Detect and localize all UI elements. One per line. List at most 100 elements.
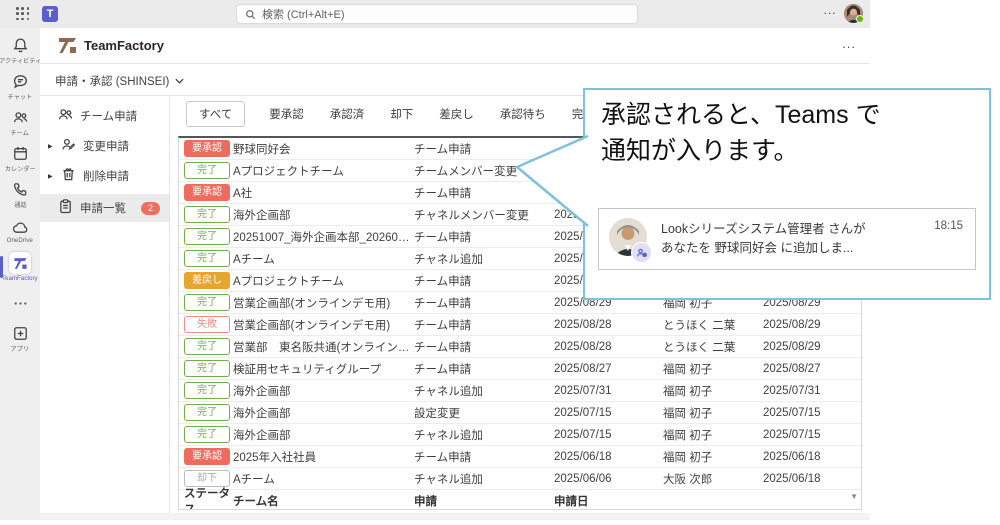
plus-square-icon — [12, 325, 29, 342]
rail-item-チャット[interactable]: チャット — [0, 70, 40, 104]
column-header: 申請日 — [554, 493, 663, 509]
table-row[interactable]: 失敗営業企画部(オンラインデモ用)チーム申請2025/08/28とうほく 二葉2… — [179, 314, 861, 336]
chat-icon — [12, 73, 29, 90]
status-badge: 完了 — [184, 206, 230, 223]
status-badge: 要承認 — [184, 140, 230, 157]
rail-item-アクティビティ[interactable]: アクティビティ — [0, 34, 40, 68]
rail-item-アプリ[interactable]: アプリ — [0, 322, 40, 356]
tab-要承認[interactable]: 要承認 — [267, 102, 306, 126]
table-row[interactable]: 完了海外企画部設定変更2025/07/15福岡 初子2025/07/15 — [179, 402, 861, 424]
trash-icon — [60, 166, 77, 186]
status-badge: 完了 — [184, 250, 230, 267]
requester-cell: とうほく 二葉 — [663, 317, 763, 333]
request-type-cell: チーム申請 — [414, 317, 554, 333]
team-name-cell: Aプロジェクトチーム — [233, 273, 414, 289]
request-date-cell: 2025/07/31 — [554, 385, 663, 397]
phone-icon — [12, 181, 29, 198]
approval-date-cell: 2025/08/29 — [763, 319, 861, 331]
rail-item-OneDrive[interactable]: OneDrive — [0, 214, 40, 248]
team-name-cell: 検証用セキュリティグループ — [233, 361, 414, 377]
sidebar-item-label: チーム申請 — [80, 108, 137, 124]
tab-承認済[interactable]: 承認済 — [328, 102, 367, 126]
workspace-selector[interactable]: 申請・承認 (SHINSEI) — [55, 73, 184, 89]
rail-item-通話[interactable]: 通話 — [0, 178, 40, 212]
rail-item-TeamFactory[interactable]: TeamFactory — [0, 250, 40, 284]
request-date-cell: 2025/08/28 — [554, 341, 663, 353]
table-row[interactable]: 却下Aチームチャネル追加2025/06/06大阪 次郎2025/06/18 — [179, 468, 861, 490]
request-date-cell: 2025/07/15 — [554, 429, 663, 441]
request-type-cell: チャネル追加 — [414, 251, 554, 267]
request-type-cell: チーム申請 — [414, 339, 554, 355]
expand-caret-icon[interactable]: ▶ — [48, 143, 53, 150]
tab-承認待ち[interactable]: 承認待ち — [498, 102, 548, 126]
rail-item-label: チャット — [8, 91, 33, 101]
tab-すべて[interactable]: すべて — [186, 101, 245, 127]
sidebar-item-申請一覧[interactable]: 申請一覧2 — [40, 194, 169, 222]
people-icon — [57, 106, 74, 126]
approval-date-cell: 2025/08/27 — [763, 363, 861, 375]
team-name-cell: 営業部 東名阪共通(オンラインデモ用) — [233, 339, 414, 355]
table-row[interactable]: 要承認2025年入社社員チーム申請2025/06/18福岡 初子2025/06/… — [179, 446, 861, 468]
notification-text: Lookシリーズシステム管理者 さんが あなたを 野球同好会 に追加しま... — [661, 220, 866, 258]
rail-item-dots[interactable] — [0, 286, 40, 320]
tab-却下[interactable]: 却下 — [388, 102, 415, 126]
requester-cell: 福岡 初子 — [663, 361, 763, 377]
request-type-cell: 設定変更 — [414, 405, 554, 421]
table-row[interactable]: 完了海外企画部チャネル追加2025/07/15福岡 初子2025/07/15 — [179, 424, 861, 446]
status-badge: 失敗 — [184, 316, 230, 333]
column-header: 申請 — [414, 493, 554, 509]
chevron-down-icon — [175, 78, 184, 84]
status-badge: 完了 — [184, 360, 230, 377]
annotation-callout: 承認されると、Teams で 通知が入ります。 Lookシリーズシステム管理者 … — [583, 88, 991, 300]
topbar-more-button[interactable]: ... — [820, 3, 840, 17]
app-launcher-icon[interactable] — [16, 7, 30, 21]
expand-caret-icon[interactable]: ▶ — [48, 173, 53, 180]
sidebar-item-削除申請[interactable]: ▶削除申請 — [40, 164, 169, 188]
requester-cell: 福岡 初子 — [663, 405, 763, 421]
column-header: ステータス — [179, 485, 233, 511]
table-row[interactable]: 完了検証用セキュリティグループチーム申請2025/08/27福岡 初子2025/… — [179, 358, 861, 380]
rail-item-label: OneDrive — [7, 237, 33, 244]
status-badge: 完了 — [184, 162, 230, 179]
rail-item-チーム[interactable]: チーム — [0, 106, 40, 140]
team-name-cell: 20251007_海外企画本部_20260331まで利用... — [233, 229, 414, 245]
rail-item-カレンダー[interactable]: カレンダー — [0, 142, 40, 176]
tab-差戻し[interactable]: 差戻し — [437, 102, 476, 126]
column-header: チーム名 — [233, 493, 414, 509]
request-date-cell: 2025/07/15 — [554, 407, 663, 419]
filter-tabs: すべて要承認承認済却下差戻し承認待ち完了 — [186, 101, 597, 127]
requester-cell: とうほく 二葉 — [663, 339, 763, 355]
teams-logo-icon: T — [42, 6, 58, 22]
status-badge: 完了 — [184, 338, 230, 355]
search-placeholder: 検索 (Ctrl+Alt+E) — [262, 6, 345, 22]
sidebar-item-変更申請[interactable]: ▶変更申請 — [40, 134, 169, 158]
teamfactory-logo-icon — [57, 35, 78, 61]
people-added-icon — [631, 242, 652, 263]
rail-item-label: アクティビティ — [0, 55, 41, 65]
app-header-more-button[interactable]: ... — [842, 36, 856, 51]
request-date-cell: 2025/06/06 — [554, 473, 663, 485]
search-input[interactable]: 検索 (Ctrl+Alt+E) — [236, 4, 638, 24]
status-badge: 完了 — [184, 426, 230, 443]
request-type-cell: チーム申請 — [414, 295, 554, 311]
cloud-icon — [12, 219, 29, 236]
status-badge: 要承認 — [184, 448, 230, 465]
teams-notification-card[interactable]: Lookシリーズシステム管理者 さんが あなたを 野球同好会 に追加しま... … — [598, 208, 976, 270]
status-badge: 完了 — [184, 404, 230, 421]
team-name-cell: 営業企画部(オンラインデモ用) — [233, 317, 414, 333]
callout-pointer — [514, 134, 590, 228]
scroll-down-icon[interactable]: ▼ — [850, 492, 858, 501]
request-type-cell: チーム申請 — [414, 449, 554, 465]
table-row[interactable]: 完了海外企画部チャネル追加2025/07/31福岡 初子2025/07/31 — [179, 380, 861, 402]
team-name-cell: Aチーム — [233, 471, 414, 487]
window-bottom-strip — [40, 513, 870, 520]
dots-icon — [12, 295, 29, 312]
status-badge: 完了 — [184, 382, 230, 399]
approval-date-cell: 2025/08/29 — [763, 341, 861, 353]
sidebar-item-チーム申請[interactable]: チーム申請 — [40, 104, 169, 128]
request-type-cell: チーム申請 — [414, 229, 554, 245]
requester-cell: 福岡 初子 — [663, 383, 763, 399]
sidebar-item-label: 申請一覧 — [80, 200, 126, 216]
rail-item-label: チーム — [11, 127, 29, 137]
table-row[interactable]: 完了営業部 東名阪共通(オンラインデモ用)チーム申請2025/08/28とうほく… — [179, 336, 861, 358]
